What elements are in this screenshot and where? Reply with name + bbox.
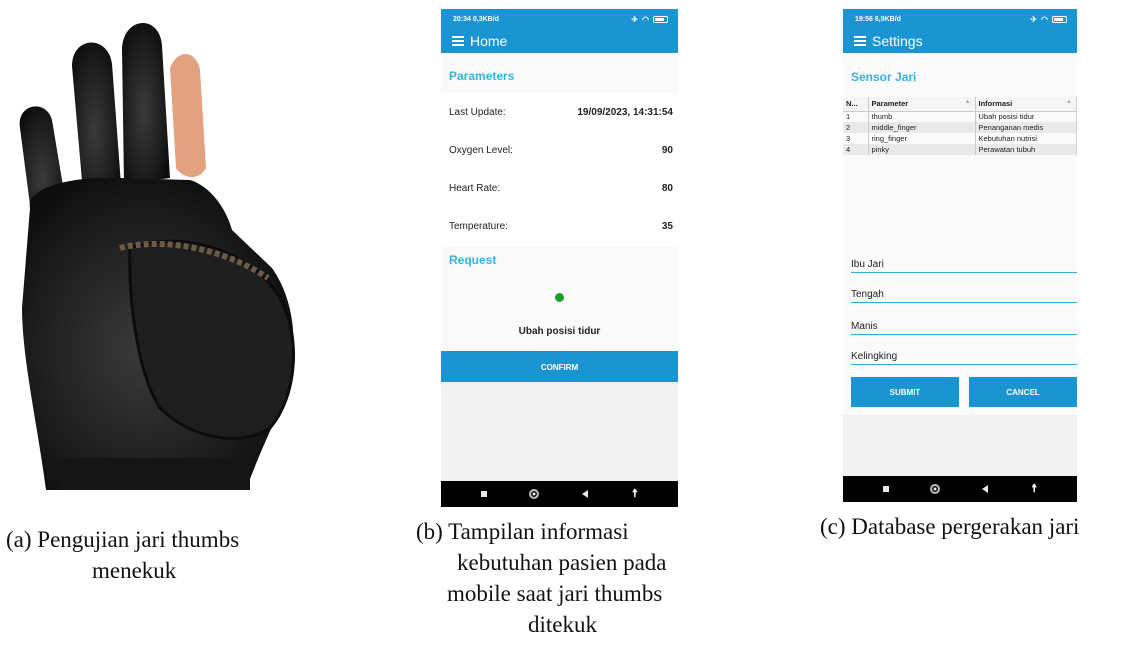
cell-parameter: middle_finger: [868, 122, 976, 133]
column-header-parameter[interactable]: Parameter ▲: [868, 97, 976, 112]
cell-informasi: Perawatan tubuh: [975, 144, 1077, 155]
caption-b-line4: ditekuk: [528, 612, 597, 637]
recent-apps-icon[interactable]: [477, 487, 491, 501]
cancel-button[interactable]: CANCEL: [969, 377, 1077, 407]
wifi-icon: ◠: [1041, 14, 1048, 24]
glove-photo: [19, 22, 295, 490]
request-status-indicator: [555, 293, 564, 302]
airplane-icon: ✈: [631, 14, 639, 24]
status-icons: ✈ ◠: [1030, 15, 1067, 24]
request-text: Ubah posisi tidur: [518, 326, 601, 337]
accessibility-icon[interactable]: ☨: [628, 487, 642, 501]
table-row[interactable]: 4 pinky Perawatan tubuh: [843, 144, 1077, 155]
caption-a-line1: (a) Pengujian jari thumbs: [6, 527, 240, 552]
app-title: Settings: [872, 33, 923, 49]
status-time: 19:56: [855, 15, 873, 23]
input-middle[interactable]: Tengah: [851, 277, 1077, 303]
table-row[interactable]: 3 ring_finger Kebutuhan nutrisi: [843, 133, 1077, 144]
empty-area: [441, 382, 678, 481]
cell-parameter: pinky: [868, 144, 976, 155]
status-left: 20:34 0,3KB/d: [453, 16, 499, 23]
param-value: 90: [661, 144, 673, 156]
table-header-row: N... Parameter ▲ Informasi ▲: [843, 97, 1077, 112]
input-ring[interactable]: Manis: [851, 309, 1077, 335]
confirm-button[interactable]: CONFIRM: [441, 351, 678, 383]
battery-icon: [653, 15, 668, 23]
sort-icon: ▲: [964, 99, 971, 106]
request-heading: Request: [441, 245, 678, 279]
table-row[interactable]: 1 thumb Ubah posisi tidur: [843, 111, 1077, 122]
cell-no: 3: [843, 133, 869, 144]
status-data-rate: 6,9KB/d: [874, 15, 901, 23]
caption-c: (c) Database pergerakan jari: [820, 511, 1130, 542]
status-time: 20:34: [453, 15, 471, 23]
param-label: Last Update:: [449, 106, 506, 118]
status-data-rate: 0,3KB/d: [472, 15, 499, 23]
caption-c-line1: (c) Database pergerakan jari: [820, 514, 1080, 539]
empty-area: [843, 415, 1077, 476]
status-left: 19:56 6,9KB/d: [855, 16, 901, 23]
caption-a: (a) Pengujian jari thumbs menekuk: [6, 524, 316, 586]
table-row[interactable]: 2 middle_finger Penanganan medis: [843, 122, 1077, 133]
status-bar: 19:56 6,9KB/d ✈ ◠: [843, 9, 1077, 29]
wifi-icon: ◠: [642, 14, 649, 24]
param-label: Heart Rate:: [449, 182, 501, 194]
table-heading: Sensor Jari: [851, 70, 917, 84]
system-nav-bar: ☨: [843, 476, 1077, 502]
param-value: 80: [661, 182, 673, 194]
settings-screen: 19:56 6,9KB/d ✈ ◠ Settings Sensor Jari N…: [843, 9, 1077, 502]
cell-informasi: Penanganan medis: [975, 122, 1077, 133]
caption-b-line3: mobile saat jari thumbs: [447, 581, 663, 606]
cell-no: 2: [843, 122, 869, 133]
param-row-heart-rate: Heart Rate: 80: [441, 169, 678, 207]
sort-icon: ▲: [1066, 99, 1072, 106]
cell-informasi: Ubah posisi tidur: [975, 111, 1077, 122]
hamburger-icon[interactable]: [452, 36, 464, 46]
param-value: 35: [661, 220, 673, 232]
accessibility-icon[interactable]: ☨: [1027, 482, 1041, 496]
param-label: Oxygen Level:: [449, 144, 513, 156]
caption-b-line2: kebutuhan pasien pada: [457, 550, 667, 575]
app-bar: Settings: [843, 29, 1077, 53]
caption-b: (b) Tampilan informasi kebutuhan pasien …: [416, 516, 746, 640]
submit-button[interactable]: SUBMIT: [851, 377, 959, 407]
column-header-no[interactable]: N...: [843, 97, 869, 112]
home-screen: 20:34 0,3KB/d ✈ ◠ Home Parameters Last U…: [441, 9, 678, 507]
param-row-last-update: Last Update: 19/09/2023, 14:31:54: [441, 93, 678, 131]
system-nav-bar: ☨: [441, 481, 678, 507]
status-bar: 20:34 0,3KB/d ✈ ◠: [441, 9, 678, 29]
param-row-oxygen: Oxygen Level: 90: [441, 131, 678, 169]
cell-no: 4: [843, 144, 869, 155]
form-buttons: SUBMIT CANCEL: [851, 377, 1077, 407]
column-header-informasi[interactable]: Informasi ▲: [975, 97, 1077, 112]
app-title: Home: [470, 33, 508, 49]
param-value: 19/09/2023, 14:31:54: [577, 106, 673, 118]
back-icon[interactable]: [978, 482, 992, 496]
status-icons: ✈ ◠: [631, 15, 668, 24]
parameters-heading: Parameters: [449, 69, 515, 83]
sensor-table: N... Parameter ▲ Informasi ▲ 1 thumb Ubah …: [843, 97, 1077, 155]
input-thumb[interactable]: Ibu Jari: [851, 247, 1077, 273]
input-pinky[interactable]: Kelingking: [851, 339, 1077, 365]
cell-parameter: thumb: [868, 111, 976, 122]
cell-no: 1: [843, 111, 869, 122]
airplane-icon: ✈: [1030, 14, 1038, 24]
battery-icon: [1052, 15, 1067, 23]
caption-a-line2: menekuk: [92, 558, 177, 583]
back-icon[interactable]: [578, 487, 592, 501]
cell-parameter: ring_finger: [868, 133, 976, 144]
param-row-temperature: Temperature: 35: [441, 207, 678, 245]
app-bar: Home: [441, 29, 678, 53]
hamburger-icon[interactable]: [854, 36, 866, 46]
caption-b-line1: (b) Tampilan informasi: [416, 519, 629, 544]
recent-apps-icon[interactable]: [879, 482, 893, 496]
home-icon[interactable]: [527, 487, 541, 501]
home-icon[interactable]: [928, 482, 942, 496]
cell-informasi: Kebutuhan nutrisi: [975, 133, 1077, 144]
param-label: Temperature:: [449, 220, 508, 232]
